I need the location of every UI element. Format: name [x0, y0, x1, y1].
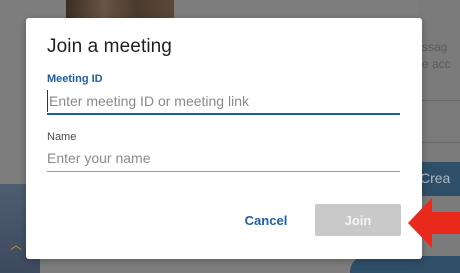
cancel-button[interactable]: Cancel [232, 204, 300, 236]
join-button[interactable]: Join [315, 204, 401, 236]
meeting-id-underline [47, 113, 400, 115]
name-input[interactable] [47, 147, 400, 169]
meeting-id-input[interactable] [47, 90, 400, 112]
background-text: ssag [422, 40, 448, 54]
background-divider [422, 100, 460, 101]
chevron-icon: ︿ [10, 238, 23, 252]
meeting-id-label: Meeting ID [47, 73, 103, 85]
join-meeting-dialog: Join a meeting Meeting ID Name Cancel Jo… [26, 18, 422, 259]
background-text: e acc [422, 57, 451, 71]
background-divider [422, 142, 460, 143]
name-underline [47, 171, 400, 172]
arrow-left-icon [408, 198, 460, 248]
name-label: Name [47, 131, 77, 143]
dialog-title: Join a meeting [47, 36, 172, 57]
